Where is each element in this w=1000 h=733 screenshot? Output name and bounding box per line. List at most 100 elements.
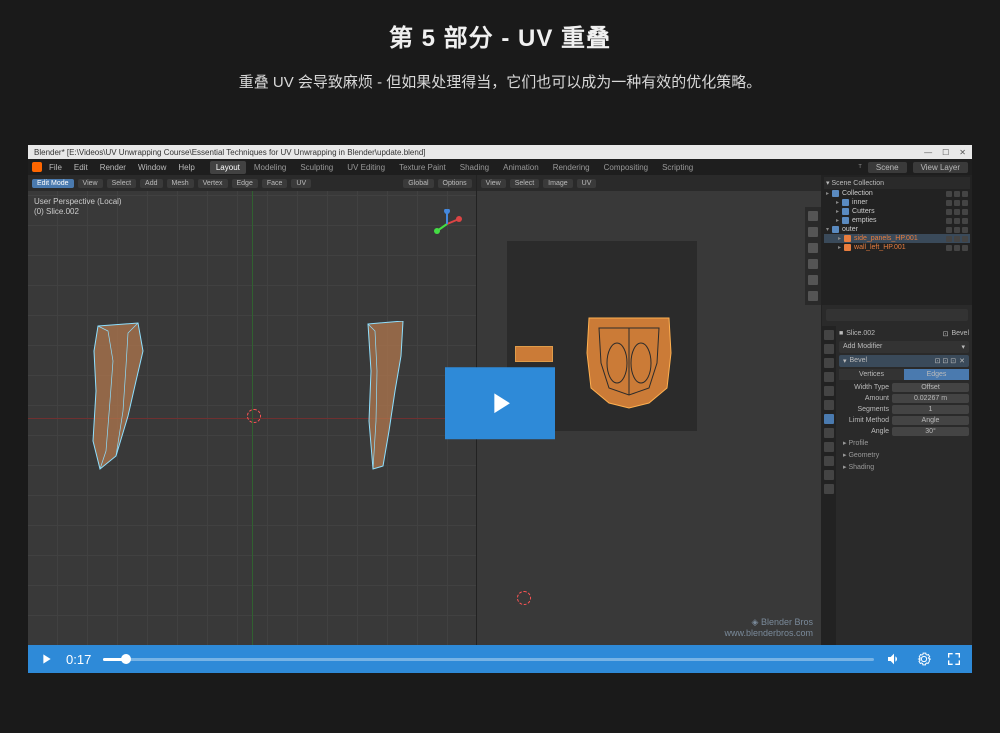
play-button[interactable] bbox=[38, 651, 54, 667]
tab-sculpting[interactable]: Sculpting bbox=[294, 161, 339, 174]
uv-tool-4[interactable] bbox=[808, 259, 818, 269]
menu-file[interactable]: File bbox=[44, 163, 67, 172]
play-overlay-button[interactable] bbox=[445, 367, 555, 439]
mesh-object-left[interactable] bbox=[88, 321, 148, 471]
angle-field[interactable]: 30° bbox=[892, 427, 969, 436]
properties-search[interactable] bbox=[826, 309, 968, 321]
props-tab-render[interactable] bbox=[824, 330, 834, 340]
current-time: 0:17 bbox=[66, 652, 91, 667]
tab-compositing[interactable]: Compositing bbox=[598, 161, 654, 174]
tab-scripting[interactable]: Scripting bbox=[656, 161, 699, 174]
viewport-menu-view[interactable]: View bbox=[78, 179, 103, 188]
tab-texturepaint[interactable]: Texture Paint bbox=[393, 161, 452, 174]
viewport-menu-vertex[interactable]: Vertex bbox=[198, 179, 228, 188]
maximize-button[interactable]: ☐ bbox=[942, 148, 949, 157]
props-tab-object[interactable] bbox=[824, 400, 834, 410]
window-titlebar: Blender* [E:\Videos\UV Unwrapping Course… bbox=[28, 145, 972, 159]
props-tab-view[interactable] bbox=[824, 358, 834, 368]
outliner[interactable]: ▾ Scene Collection ▸Collection ▸inner ▸C… bbox=[822, 175, 972, 305]
mesh-object-right[interactable] bbox=[363, 321, 408, 471]
width-type-field[interactable]: Offset bbox=[892, 383, 969, 392]
uv-island-small[interactable] bbox=[515, 346, 553, 362]
uv-tool-3[interactable] bbox=[808, 243, 818, 253]
viewport-header: Edit Mode View Select Add Mesh Vertex Ed… bbox=[28, 175, 476, 191]
orientation-selector[interactable]: Global bbox=[403, 179, 433, 188]
viewport-menu-uv[interactable]: UV bbox=[291, 179, 311, 188]
props-tab-data[interactable] bbox=[824, 470, 834, 480]
progress-thumb[interactable] bbox=[121, 654, 131, 664]
uv-menu-uv[interactable]: UV bbox=[577, 179, 597, 188]
viewport-menu-mesh[interactable]: Mesh bbox=[167, 179, 194, 188]
window-controls: — ☐ ✕ bbox=[924, 148, 966, 157]
props-tab-output[interactable] bbox=[824, 344, 834, 354]
viewport-menu-edge[interactable]: Edge bbox=[232, 179, 258, 188]
tab-animation[interactable]: Animation bbox=[497, 161, 545, 174]
outliner-header: ▾ Scene Collection bbox=[824, 177, 970, 189]
viewlayer-selector[interactable]: View Layer bbox=[913, 162, 968, 173]
fullscreen-button[interactable] bbox=[946, 651, 962, 667]
props-tab-physics[interactable] bbox=[824, 442, 834, 452]
viewport-menu-select[interactable]: Select bbox=[107, 179, 136, 188]
uv-menu-image[interactable]: Image bbox=[543, 179, 572, 188]
menu-window[interactable]: Window bbox=[133, 163, 171, 172]
nav-gizmo[interactable] bbox=[432, 209, 462, 239]
add-modifier-button[interactable]: Add Modifier▾ bbox=[839, 341, 969, 353]
profile-section[interactable]: ▸ Profile bbox=[839, 437, 969, 449]
options-button[interactable]: Options bbox=[438, 179, 472, 188]
uv-tool-6[interactable] bbox=[808, 291, 818, 301]
menu-render[interactable]: Render bbox=[95, 163, 131, 172]
blender-icon bbox=[32, 162, 42, 172]
segments-field[interactable]: 1 bbox=[892, 405, 969, 414]
page-title: 第 5 部分 - UV 重叠 bbox=[40, 18, 960, 53]
main-menubar: File Edit Render Window Help Layout Mode… bbox=[28, 159, 972, 175]
viewport-menu-face[interactable]: Face bbox=[262, 179, 288, 188]
minimize-button[interactable]: — bbox=[924, 148, 932, 157]
tab-shading[interactable]: Shading bbox=[454, 161, 495, 174]
props-tab-material[interactable] bbox=[824, 484, 834, 494]
properties-tabs bbox=[822, 326, 836, 646]
tab-uvediting[interactable]: UV Editing bbox=[341, 161, 391, 174]
volume-button[interactable] bbox=[886, 651, 902, 667]
uv-island-main[interactable] bbox=[579, 313, 679, 415]
uv-tool-5[interactable] bbox=[808, 275, 818, 285]
amount-field[interactable]: 0.02267 m bbox=[892, 394, 969, 403]
props-tab-world[interactable] bbox=[824, 386, 834, 396]
scene-selector[interactable]: Scene bbox=[868, 162, 907, 173]
menu-help[interactable]: Help bbox=[173, 163, 199, 172]
mode-selector[interactable]: Edit Mode bbox=[32, 179, 74, 188]
watermark: ◈ Blender Bros www.blenderbros.com bbox=[724, 617, 813, 639]
props-tab-particles[interactable] bbox=[824, 428, 834, 438]
uv-menu-select[interactable]: Select bbox=[510, 179, 539, 188]
close-button[interactable]: ✕ bbox=[959, 148, 966, 157]
props-tab-constraint[interactable] bbox=[824, 456, 834, 466]
page-subtitle: 重叠 UV 会导致麻烦 - 但如果处理得当，它们也可以成为一种有效的优化策略。 bbox=[40, 71, 960, 95]
props-tab-scene[interactable] bbox=[824, 372, 834, 382]
video-player-bar: 0:17 bbox=[28, 645, 972, 673]
uv-tool-1[interactable] bbox=[808, 211, 818, 221]
properties-content: ■ Slice.002 ⊡ Bevel Add Modifier▾ ▾ Beve… bbox=[836, 326, 972, 646]
geometry-section[interactable]: ▸ Geometry bbox=[839, 449, 969, 461]
page-header: 第 5 部分 - UV 重叠 重叠 UV 会导致麻烦 - 但如果处理得当，它们也… bbox=[0, 0, 1000, 105]
progress-bar[interactable] bbox=[103, 658, 874, 661]
window-title: Blender* [E:\Videos\UV Unwrapping Course… bbox=[34, 148, 426, 157]
props-tab-modifier[interactable] bbox=[824, 414, 834, 424]
tab-modeling[interactable]: Modeling bbox=[248, 161, 292, 174]
shading-section[interactable]: ▸ Shading bbox=[839, 461, 969, 473]
tab-rendering[interactable]: Rendering bbox=[547, 161, 596, 174]
uv-editor-header: View Select Image UV bbox=[477, 175, 821, 191]
settings-button[interactable] bbox=[916, 651, 932, 667]
limit-method-field[interactable]: Angle bbox=[892, 416, 969, 425]
uv-tool-2[interactable] bbox=[808, 227, 818, 237]
viewport-3d[interactable]: Edit Mode View Select Add Mesh Vertex Ed… bbox=[28, 175, 477, 645]
uv-cursor-icon bbox=[517, 591, 531, 605]
properties-panel: ▾ Scene Collection ▸Collection ▸inner ▸C… bbox=[822, 175, 972, 645]
uv-menu-view[interactable]: View bbox=[481, 179, 506, 188]
viewport-overlay-text: User Perspective (Local) (0) Slice.002 bbox=[34, 197, 122, 218]
mode-vertices[interactable]: Vertices bbox=[839, 369, 904, 380]
viewport-menu-add[interactable]: Add bbox=[140, 179, 162, 188]
video-container: Blender* [E:\Videos\UV Unwrapping Course… bbox=[28, 145, 972, 673]
mode-edges[interactable]: Edges bbox=[904, 369, 969, 380]
tab-layout[interactable]: Layout bbox=[210, 161, 246, 174]
menu-edit[interactable]: Edit bbox=[69, 163, 93, 172]
bevel-modifier-panel[interactable]: ▾ Bevel ⊡ ⊡ ⊡ ✕ bbox=[839, 355, 969, 367]
